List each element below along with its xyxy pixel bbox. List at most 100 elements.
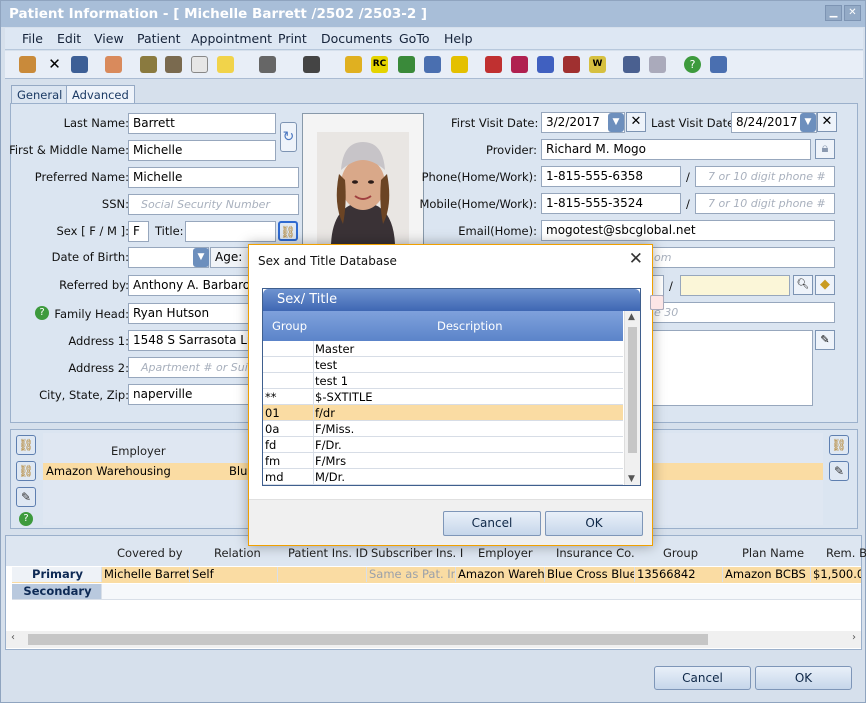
- export-icon[interactable]: [451, 56, 468, 73]
- ok-button[interactable]: OK: [755, 666, 852, 690]
- employer-right-link-icon[interactable]: ⛓: [829, 435, 849, 455]
- coverage-icon[interactable]: [165, 56, 182, 73]
- menu-help[interactable]: Help: [444, 31, 473, 46]
- family-head-help-icon[interactable]: ?: [35, 306, 49, 320]
- minimize-button[interactable]: ▁: [825, 5, 842, 21]
- scroll-down-icon[interactable]: ▼: [628, 474, 635, 484]
- claim-icon[interactable]: [563, 56, 580, 73]
- grid-row[interactable]: ** $-SXTITLE: [263, 389, 623, 405]
- phone-work-field[interactable]: 7 or 10 digit phone #: [695, 166, 835, 187]
- ssn-field[interactable]: Social Security Number: [128, 194, 299, 215]
- grid-row[interactable]: 01 f/dr: [263, 405, 623, 421]
- vscroll-thumb[interactable]: [628, 327, 637, 453]
- menu-documents[interactable]: Documents: [321, 31, 392, 46]
- grid-row[interactable]: test: [263, 357, 623, 373]
- col-description-header[interactable]: Description: [437, 319, 503, 333]
- grid-row[interactable]: fd F/Dr.: [263, 437, 623, 453]
- provider-field[interactable]: Richard M. Mogo: [541, 139, 811, 160]
- exit-icon[interactable]: [710, 56, 727, 73]
- col-group-header[interactable]: Group: [272, 319, 307, 333]
- employer-help-icon[interactable]: ?: [19, 512, 33, 526]
- last-name-field[interactable]: Barrett: [128, 113, 276, 134]
- note-icon[interactable]: [217, 56, 234, 73]
- medical-icon[interactable]: [398, 56, 415, 73]
- save-icon[interactable]: [71, 56, 88, 73]
- provider-lock-icon[interactable]: 🔒︎: [815, 139, 835, 159]
- grid-row[interactable]: Master: [263, 341, 623, 357]
- tag-icon[interactable]: [345, 56, 362, 73]
- insurance-icon[interactable]: [140, 56, 157, 73]
- rc-icon[interactable]: RC: [371, 56, 388, 73]
- swap-name-icon[interactable]: ↻: [280, 122, 297, 152]
- dialog-cancel-button[interactable]: Cancel: [443, 511, 541, 536]
- scroll-thumb[interactable]: [28, 634, 708, 645]
- dialog-ok-button[interactable]: OK: [545, 511, 643, 536]
- city-field[interactable]: naperville: [128, 384, 250, 405]
- employer-right-edit-icon[interactable]: ✎: [829, 461, 849, 481]
- open-icon[interactable]: [19, 56, 36, 73]
- family-icon[interactable]: [424, 56, 441, 73]
- scroll-left-icon[interactable]: ‹: [11, 632, 15, 643]
- menu-goto[interactable]: GoTo: [399, 31, 430, 46]
- preferred-name-field[interactable]: Michelle: [128, 167, 299, 188]
- delete-icon[interactable]: ✕: [46, 56, 63, 73]
- menu-view[interactable]: View: [94, 31, 124, 46]
- help-icon[interactable]: ?: [684, 56, 701, 73]
- address1-field[interactable]: 1548 S Sarrasota Ln: [128, 330, 250, 351]
- cancel-button[interactable]: Cancel: [654, 666, 751, 690]
- title-lookup-icon[interactable]: ⛓: [278, 221, 298, 241]
- bg-tag-icon[interactable]: ◆: [815, 275, 835, 295]
- patient-photo[interactable]: [302, 113, 424, 248]
- patient-icon[interactable]: [105, 56, 122, 73]
- transfer-icon[interactable]: [537, 56, 554, 73]
- grid-vscrollbar[interactable]: ▲ ▼: [624, 311, 640, 485]
- mobile-work-field[interactable]: 7 or 10 digit phone #: [695, 193, 835, 214]
- sex-field[interactable]: F: [128, 221, 149, 242]
- ledger-icon[interactable]: [485, 56, 502, 73]
- close-window-button[interactable]: ✕: [844, 5, 861, 21]
- menu-file[interactable]: File: [22, 31, 43, 46]
- menu-print[interactable]: Print: [278, 31, 307, 46]
- last-visit-dropdown-icon[interactable]: ▼: [800, 113, 816, 132]
- employer-edit-icon[interactable]: ✎: [16, 487, 36, 507]
- print-icon[interactable]: [623, 56, 640, 73]
- bg-field-b[interactable]: [680, 275, 790, 296]
- first-visit-clear-icon[interactable]: ✕: [626, 112, 646, 132]
- card-icon[interactable]: [649, 56, 666, 73]
- delete-record-icon[interactable]: [650, 295, 664, 310]
- insurance-row-secondary[interactable]: Secondary: [12, 584, 861, 600]
- employer-link-icon[interactable]: ⛓: [16, 435, 36, 455]
- word-icon[interactable]: W: [589, 56, 606, 73]
- grid-row[interactable]: md M/Dr.: [263, 469, 623, 485]
- tooth-icon[interactable]: [191, 56, 208, 73]
- bg-lookup-icon[interactable]: 🔍︎: [793, 275, 813, 295]
- dialog-close-icon[interactable]: ✕: [629, 249, 643, 269]
- grid-icon[interactable]: [303, 56, 320, 73]
- insurance-hscrollbar[interactable]: ‹ ›: [6, 631, 861, 648]
- employer-unlink-icon[interactable]: ⛓: [16, 461, 36, 481]
- tab-advanced[interactable]: Advanced: [66, 85, 135, 104]
- tree-icon[interactable]: [259, 56, 276, 73]
- last-visit-clear-icon[interactable]: ✕: [817, 112, 837, 132]
- first-name-field[interactable]: Michelle: [128, 140, 276, 161]
- family-head-field[interactable]: Ryan Hutson: [128, 303, 250, 324]
- notes-edit-icon[interactable]: ✎: [815, 330, 835, 350]
- first-visit-dropdown-icon[interactable]: ▼: [608, 113, 624, 132]
- menu-edit[interactable]: Edit: [57, 31, 81, 46]
- menu-appointment[interactable]: Appointment: [191, 31, 272, 46]
- address2-field[interactable]: Apartment # or Suite #: [128, 357, 250, 378]
- insurance-row-primary[interactable]: Primary Michelle Barrett Self Same as Pa…: [12, 567, 861, 583]
- account-icon[interactable]: [511, 56, 528, 73]
- title-field[interactable]: [185, 221, 276, 242]
- referred-by-field[interactable]: Anthony A. Barbaro: [128, 275, 250, 296]
- grid-row[interactable]: test 1: [263, 373, 623, 389]
- grid-row[interactable]: fm F/Mrs: [263, 453, 623, 469]
- dob-dropdown-icon[interactable]: ▼: [193, 248, 209, 267]
- scroll-right-icon[interactable]: ›: [852, 632, 856, 643]
- phone-home-field[interactable]: 1-815-555-6358: [541, 166, 681, 187]
- mobile-home-field[interactable]: 1-815-555-3524: [541, 193, 681, 214]
- grid-row[interactable]: 0a F/Miss.: [263, 421, 623, 437]
- email-field[interactable]: mogotest@sbcglobal.net: [541, 220, 835, 241]
- tab-general[interactable]: General: [11, 85, 69, 104]
- scroll-up-icon[interactable]: ▲: [628, 312, 635, 322]
